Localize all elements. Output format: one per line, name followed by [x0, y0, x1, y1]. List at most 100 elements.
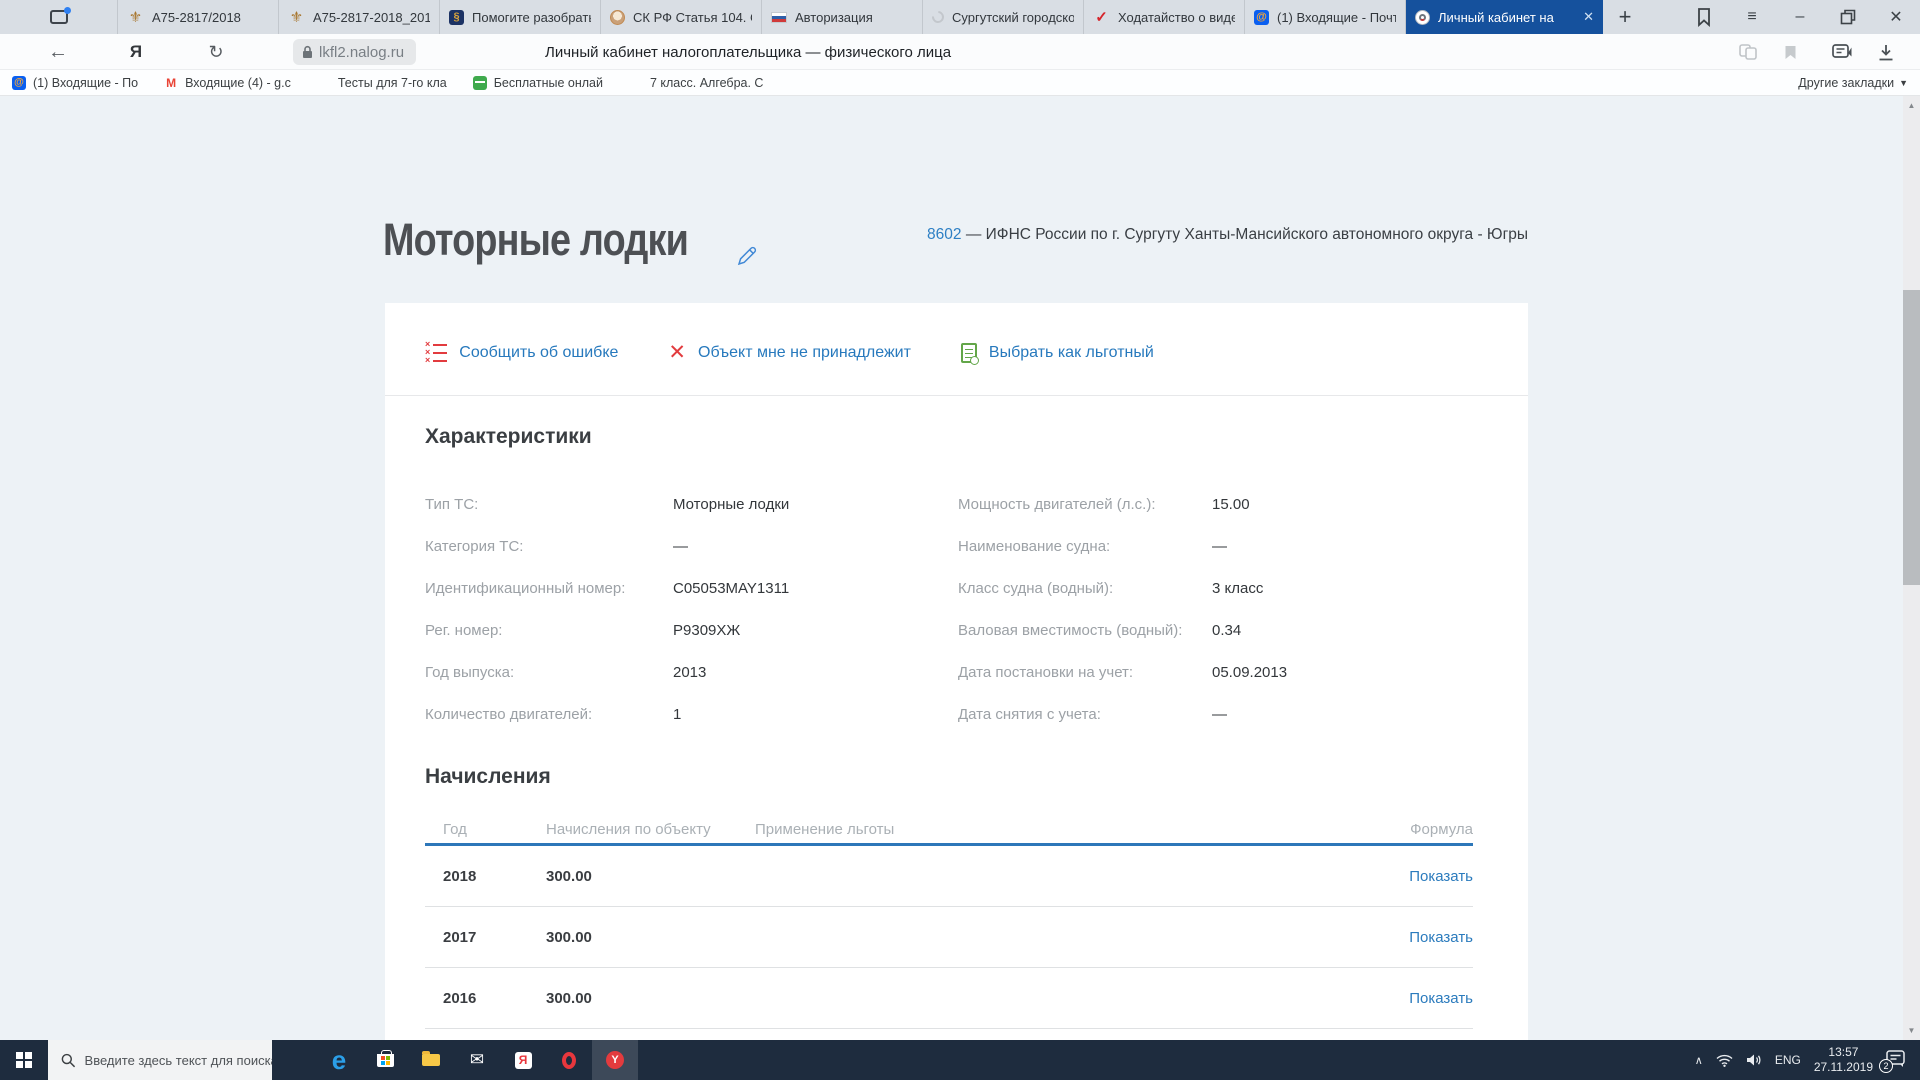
start-button[interactable] [0, 1040, 48, 1080]
show-formula-link[interactable]: Показать [1409, 868, 1473, 885]
error-list-icon: ××× [425, 342, 447, 363]
inspection-code-link[interactable]: 8602 [927, 226, 961, 243]
edit-pencil-icon[interactable] [735, 244, 759, 273]
taskbar-clock[interactable]: 13:57 27.11.2019 [1814, 1045, 1873, 1075]
close-window-icon[interactable]: ✕ [1872, 0, 1920, 34]
field-row: Класс судна (водный):3 класс [958, 567, 1491, 609]
bookmark-tests[interactable]: Тесты для 7-го кла [317, 76, 447, 90]
bookmark-label: 7 класс. Алгебра. С [650, 76, 764, 90]
show-formula-link[interactable]: Показать [1409, 929, 1473, 946]
red-check-icon: ✓ [1093, 9, 1110, 26]
tab-panels-button[interactable] [0, 0, 118, 34]
bookmark-flag-icon[interactable] [1680, 0, 1728, 34]
tab-auth[interactable]: Авторизация [762, 0, 923, 34]
action-label: Выбрать как льготный [989, 344, 1154, 362]
notification-dot [64, 7, 71, 14]
tab-a75-2817-file[interactable]: ⚜ А75-2817-2018_20191 [279, 0, 440, 34]
table-row: 2016 300.00 Показать [425, 968, 1473, 1029]
omnibox-page-title[interactable]: Личный кабинет налогоплательщика — физич… [545, 34, 951, 70]
bookmark-mail-inbox[interactable]: @ (1) Входящие - По [12, 76, 138, 90]
tab-label: Ходатайство о видеок [1118, 10, 1235, 25]
bookmark-gmail[interactable]: M Входящие (4) - g.c [164, 76, 291, 90]
table-row: 2017 300.00 Показать [425, 907, 1473, 968]
refresh-icon[interactable]: ↻ [198, 34, 234, 70]
edge-app-icon[interactable]: e [316, 1040, 362, 1080]
yandex-browser-app-icon[interactable]: Y [592, 1040, 638, 1080]
system-tray: ∧ ENG 13:57 27.11.2019 2 [1695, 1040, 1920, 1080]
url-chip[interactable]: lkfl2.nalog.ru [293, 39, 416, 65]
collections-faint-icon[interactable] [1732, 34, 1764, 70]
back-icon[interactable]: ← [40, 34, 76, 70]
field-value: C05053MAY1311 [673, 580, 789, 597]
field-row: Дата постановки на учет:05.09.2013 [958, 651, 1491, 693]
scrollbar-thumb[interactable] [1903, 290, 1920, 585]
tab-sk-rf[interactable]: СК РФ Статья 104. Спо [601, 0, 762, 34]
tab-close-icon[interactable]: ✕ [1583, 9, 1594, 25]
mailru-icon: @ [1254, 10, 1269, 25]
menu-icon[interactable]: ≡ [1728, 0, 1776, 34]
tab-label: СК РФ Статья 104. Спо [633, 10, 752, 25]
scrollbar[interactable]: ▲ ▼ [1903, 96, 1920, 1040]
store-icon [377, 1054, 394, 1067]
law-site-icon: § [449, 10, 464, 25]
field-row: Наименование судна:— [958, 525, 1491, 567]
field-value: 0.34 [1212, 622, 1241, 639]
explorer-app-icon[interactable] [408, 1040, 454, 1080]
tab-lk-nalog-active[interactable]: Личный кабинет на ✕ [1406, 0, 1603, 34]
yandex-search-icon[interactable]: Я [118, 34, 154, 70]
field-value: Моторные лодки [673, 496, 789, 513]
table-header: Год Начисления по объекту Применение льг… [425, 815, 1473, 843]
tab-forum[interactable]: § Помогите разобраться [440, 0, 601, 34]
scroll-up-icon[interactable]: ▲ [1903, 101, 1920, 110]
opera-app-icon[interactable] [546, 1040, 592, 1080]
field-value: 2013 [673, 664, 706, 681]
envelope-icon: ✉ [470, 1050, 484, 1070]
report-error-button[interactable]: ××× Сообщить об ошибке [425, 342, 618, 363]
bookmark-online[interactable]: Бесплатные онлай [473, 76, 603, 90]
action-center-icon[interactable]: 2 [1886, 1050, 1908, 1070]
bookmark-algebra[interactable]: 7 класс. Алгебра. С [629, 76, 764, 90]
download-icon[interactable] [1868, 34, 1904, 70]
sidebar-panel-icon[interactable] [1824, 34, 1860, 70]
mail-app-icon[interactable]: ✉ [454, 1040, 500, 1080]
new-tab-button[interactable]: + [1603, 0, 1647, 34]
store-app-icon[interactable] [362, 1040, 408, 1080]
restore-icon[interactable] [1824, 0, 1872, 34]
cell-amount: 300.00 [546, 929, 755, 946]
tab-surgut-court[interactable]: Сургутский городской [923, 0, 1084, 34]
wifi-icon[interactable] [1716, 1054, 1733, 1067]
tab-mail-inbox[interactable]: @ (1) Входящие - Почта [1245, 0, 1406, 34]
benefit-doc-icon [961, 343, 977, 363]
search-placeholder: Введите здесь текст для поиска [85, 1053, 272, 1068]
field-row: Идентификационный номер:C05053MAY1311 [425, 567, 958, 609]
pinwheel-icon [629, 76, 643, 90]
language-indicator[interactable]: ENG [1775, 1053, 1801, 1067]
tab-a75-2817[interactable]: ⚜ А75-2817/2018 [118, 0, 279, 34]
scroll-down-icon[interactable]: ▼ [1903, 1026, 1920, 1035]
russian-flag-icon [771, 12, 787, 23]
yandex-app-icon[interactable]: Я [500, 1040, 546, 1080]
tab-label: Сургутский городской [952, 10, 1074, 25]
inspection-info: 8602 — ИФНС России по г. Сургуту Ханты-М… [927, 226, 1528, 244]
chevron-down-icon: ▼ [1899, 78, 1908, 88]
field-value: 1 [673, 706, 681, 723]
minimize-icon[interactable]: – [1776, 0, 1824, 34]
taskbar-search-box[interactable]: Введите здесь текст для поиска [48, 1040, 272, 1080]
show-formula-link[interactable]: Показать [1409, 990, 1473, 1007]
field-value: — [1212, 706, 1227, 723]
speaker-icon[interactable] [1746, 1053, 1762, 1067]
cell-year: 2018 [425, 868, 546, 885]
table-row: 2018 300.00 Показать [425, 846, 1473, 907]
cell-amount: 300.00 [546, 990, 755, 1007]
lock-icon [302, 45, 313, 59]
not-mine-button[interactable]: ✕ Объект мне не принадлежит [668, 340, 911, 365]
green-book-icon [473, 76, 487, 90]
bookmark-faint-icon[interactable] [1774, 34, 1806, 70]
address-bar: ← Я ↻ lkfl2.nalog.ru Личный кабинет нало… [0, 34, 1920, 70]
col-formula: Формула [1410, 821, 1473, 838]
field-value: 05.09.2013 [1212, 664, 1287, 681]
tab-petition[interactable]: ✓ Ходатайство о видеок [1084, 0, 1245, 34]
select-benefit-button[interactable]: Выбрать как льготный [961, 343, 1154, 363]
tray-chevron-icon[interactable]: ∧ [1695, 1054, 1703, 1067]
other-bookmarks-button[interactable]: Другие закладки ▼ [1798, 76, 1908, 90]
